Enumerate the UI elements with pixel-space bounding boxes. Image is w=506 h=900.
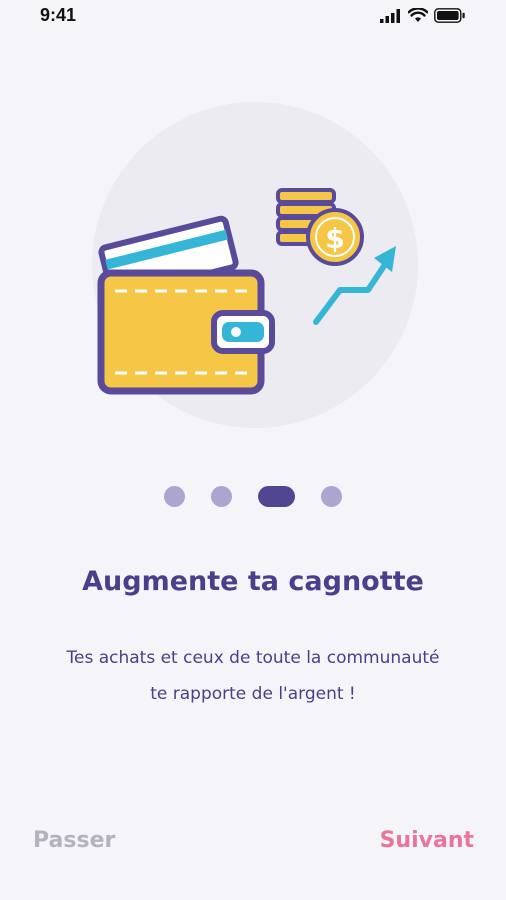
wifi-icon (408, 8, 428, 22)
status-icons (380, 8, 466, 23)
page-dot-1[interactable] (164, 486, 185, 507)
onboarding-title: Augmente ta cagnotte (82, 566, 424, 597)
page-dot-2[interactable] (211, 486, 232, 507)
wallet-illustration: $ (92, 102, 418, 428)
page-indicator[interactable] (0, 486, 506, 507)
next-button[interactable]: Suivant (380, 828, 474, 853)
battery-icon (434, 8, 465, 23)
dollar-sign: $ (325, 222, 344, 255)
onboarding-description: Tes achats et ceux de toute la communaut… (30, 640, 476, 712)
description-line-2: te rapporte de l'argent ! (150, 684, 356, 704)
page-dot-4[interactable] (321, 486, 342, 507)
page-dot-3-active[interactable] (258, 486, 295, 507)
wallet-icon (97, 269, 275, 395)
skip-button[interactable]: Passer (33, 828, 115, 853)
signal-icon (380, 8, 400, 23)
status-time: 9:41 (40, 5, 77, 25)
status-bar: 9:41 (0, 0, 506, 34)
description-line-1: Tes achats et ceux de toute la communaut… (66, 648, 440, 668)
